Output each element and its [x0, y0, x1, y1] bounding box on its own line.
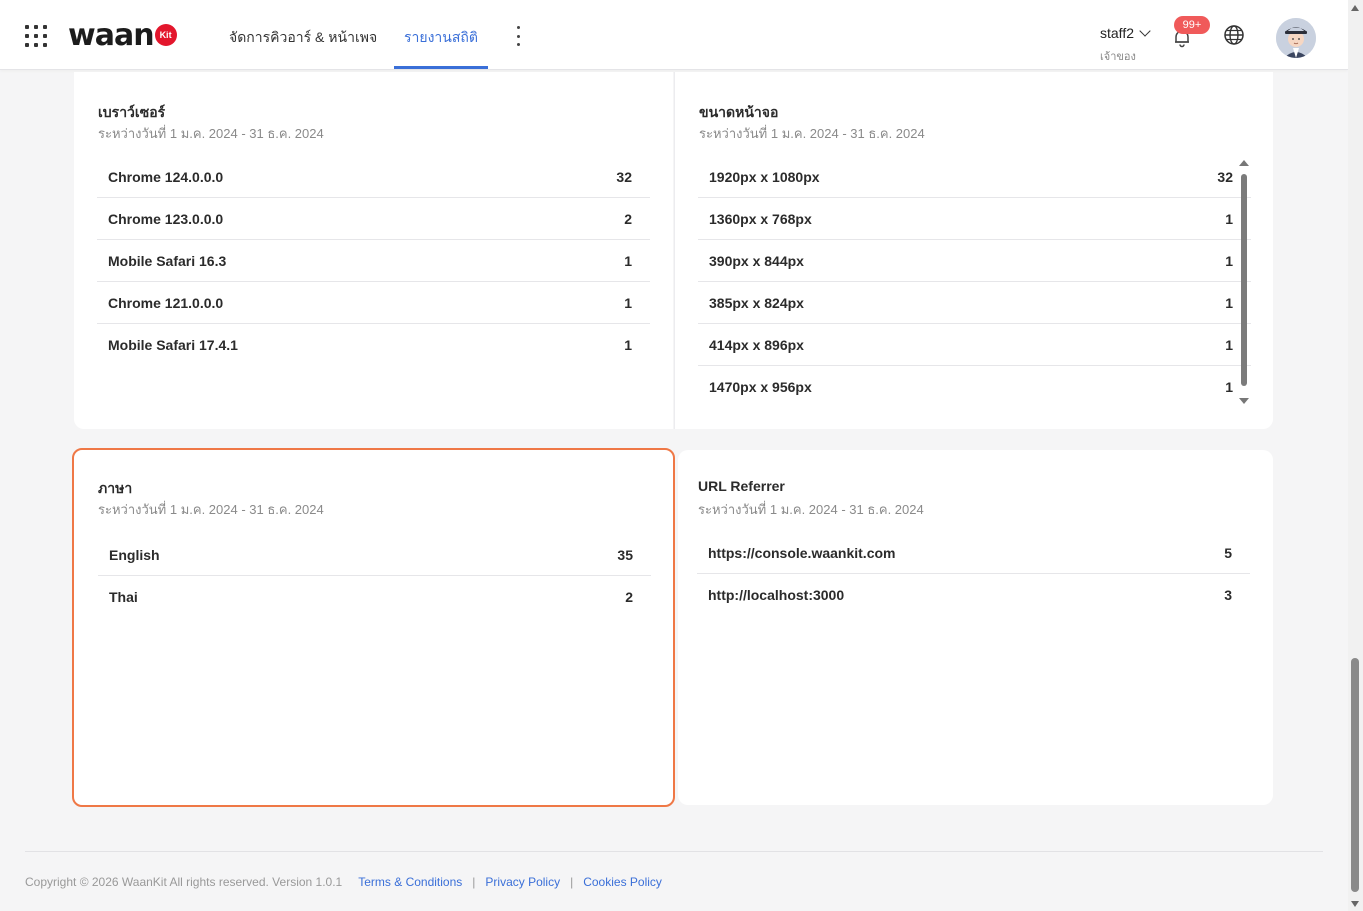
avatar[interactable]: [1276, 18, 1316, 58]
item-label: 1470px x 956px: [709, 379, 812, 395]
referrer-list: https://console.waankit.com 5 http://loca…: [697, 532, 1250, 616]
apps-grid-icon[interactable]: [25, 25, 47, 47]
language-list: English 35 Thai 2: [98, 534, 651, 618]
card-title: ขนาดหน้าจอ: [699, 104, 779, 120]
item-count: 3: [1224, 587, 1232, 603]
logo-text: waan: [68, 17, 155, 53]
scroll-down-arrow-icon[interactable]: [1239, 398, 1249, 404]
copyright-text: Copyright © 2026 WaanKit All rights rese…: [25, 875, 343, 889]
list-item: Chrome 124.0.0.0 32: [97, 156, 650, 198]
language-card: ภาษา ระหว่างวันที่ 1 ม.ค. 2024 - 31 ธ.ค.…: [72, 448, 675, 807]
item-count: 1: [1225, 294, 1233, 311]
list-scrollbar[interactable]: [1239, 160, 1249, 404]
item-count: 1: [624, 337, 632, 353]
list-item: Mobile Safari 17.4.1 1: [97, 324, 650, 366]
item-label: Mobile Safari 17.4.1: [108, 337, 238, 353]
item-count: 2: [624, 210, 632, 227]
avatar-illustration: [1276, 18, 1316, 58]
more-vertical-icon[interactable]: [516, 26, 520, 46]
card-date-range: ระหว่างวันที่ 1 ม.ค. 2024 - 31 ธ.ค. 2024: [98, 126, 324, 141]
list-item: https://console.waankit.com 5: [697, 532, 1250, 574]
item-count: 1: [1225, 210, 1233, 227]
user-name: staff2: [1100, 25, 1134, 41]
logo-badge: Kit: [154, 24, 177, 46]
waankit-logo[interactable]: waan Kit: [68, 17, 177, 53]
active-tab-indicator: [394, 66, 488, 69]
card-title: เบราว์เซอร์: [98, 104, 166, 120]
user-menu[interactable]: staff2 เจ้าของ: [1100, 24, 1151, 65]
card-title: ภาษา: [98, 480, 133, 496]
list-item: http://localhost:3000 3: [697, 574, 1250, 616]
item-label: 1920px x 1080px: [709, 168, 820, 185]
list-item: 1360px x 768px 1: [698, 198, 1251, 240]
item-count: 1: [1225, 336, 1233, 353]
notification-badge: 99+: [1174, 16, 1210, 34]
list-item: 414px x 896px 1: [698, 324, 1251, 366]
list-item: 390px x 844px 1: [698, 240, 1251, 282]
card-date-range: ระหว่างวันที่ 1 ม.ค. 2024 - 31 ธ.ค. 2024: [98, 502, 324, 517]
browser-card: เบราว์เซอร์ ระหว่างวันที่ 1 ม.ค. 2024 - …: [74, 72, 673, 429]
list-item: Thai 2: [98, 576, 651, 618]
tab-statistics-report[interactable]: รายงานสถิติ: [404, 27, 478, 49]
card-date-range: ระหว่างวันที่ 1 ม.ค. 2024 - 31 ธ.ค. 2024: [698, 502, 924, 517]
cookies-link[interactable]: Cookies Policy: [583, 875, 662, 889]
url-referrer-card: URL Referrer ระหว่างวันที่ 1 ม.ค. 2024 -…: [678, 450, 1273, 805]
terms-link[interactable]: Terms & Conditions: [358, 875, 462, 889]
user-name-row: staff2: [1100, 24, 1151, 41]
tab-manage-qr-pages[interactable]: จัดการคิวอาร์ & หน้าเพจ: [229, 27, 377, 49]
item-count: 2: [625, 589, 633, 605]
item-label: http://localhost:3000: [708, 587, 845, 603]
globe-icon[interactable]: [1223, 24, 1245, 46]
item-count: 32: [1217, 168, 1233, 185]
item-label: 385px x 824px: [709, 294, 804, 311]
footer-separator: |: [472, 875, 476, 889]
item-label: 390px x 844px: [709, 252, 804, 269]
scroll-up-arrow-icon[interactable]: [1239, 160, 1249, 166]
item-count: 32: [616, 168, 632, 185]
card-title: URL Referrer: [698, 478, 785, 494]
item-label: Chrome 123.0.0.0: [108, 210, 224, 227]
user-role: เจ้าของ: [1100, 51, 1136, 63]
list-item: Chrome 123.0.0.0 2: [97, 198, 650, 240]
item-label: 1360px x 768px: [709, 210, 812, 227]
scroll-up-arrow-icon[interactable]: [1351, 5, 1359, 11]
page-scrollbar[interactable]: [1348, 0, 1363, 911]
list-item: 1470px x 956px 1: [698, 366, 1251, 408]
item-count: 1: [624, 252, 632, 269]
scrollbar-thumb[interactable]: [1351, 658, 1359, 892]
footer-separator: |: [570, 875, 574, 889]
scroll-down-arrow-icon[interactable]: [1351, 901, 1359, 907]
browser-list: Chrome 124.0.0.0 32 Chrome 123.0.0.0 2 Mob…: [97, 156, 650, 366]
top-header: waan Kit จัดการคิวอาร์ & หน้าเพจ รายงานส…: [0, 0, 1348, 70]
card-date-range: ระหว่างวันที่ 1 ม.ค. 2024 - 31 ธ.ค. 2024: [699, 126, 925, 141]
item-count: 1: [624, 294, 632, 311]
item-count: 35: [617, 546, 633, 563]
screen-size-list: 1920px x 1080px 32 1360px x 768px 1 390px …: [698, 156, 1251, 408]
screen-size-card: ขนาดหน้าจอ ระหว่างวันที่ 1 ม.ค. 2024 - 3…: [674, 72, 1273, 429]
item-label: 414px x 896px: [709, 336, 804, 353]
list-item: Chrome 121.0.0.0 1: [97, 282, 650, 324]
list-item: 385px x 824px 1: [698, 282, 1251, 324]
item-label: Chrome 124.0.0.0: [108, 168, 224, 185]
privacy-link[interactable]: Privacy Policy: [485, 875, 560, 889]
scrollbar-thumb[interactable]: [1241, 174, 1247, 386]
item-count: 1: [1225, 252, 1233, 269]
list-item: Mobile Safari 16.3 1: [97, 240, 650, 282]
footer: Copyright © 2026 WaanKit All rights rese…: [25, 875, 662, 889]
item-label: Thai: [109, 589, 138, 605]
item-count: 5: [1224, 544, 1232, 561]
item-label: Chrome 121.0.0.0: [108, 294, 224, 311]
list-item: English 35: [98, 534, 651, 576]
item-label: Mobile Safari 16.3: [108, 252, 227, 269]
item-count: 1: [1225, 379, 1233, 395]
item-label: English: [109, 546, 160, 563]
chevron-down-icon: [1139, 24, 1151, 37]
list-item: 1920px x 1080px 32: [698, 156, 1251, 198]
footer-divider: [25, 851, 1323, 852]
item-label: https://console.waankit.com: [708, 544, 896, 561]
